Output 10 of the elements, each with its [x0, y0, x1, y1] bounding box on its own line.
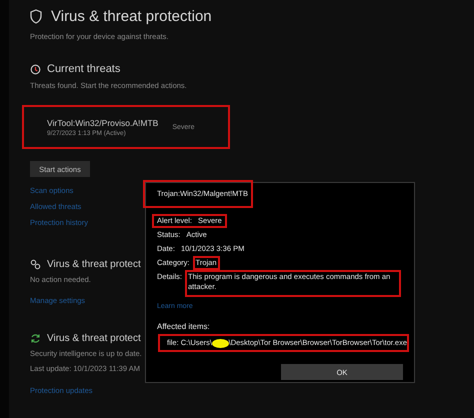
- section-heading: Virus & threat protect: [47, 259, 141, 270]
- section-heading: Current threats: [47, 63, 120, 75]
- threat-name: VirTool:Win32/Proviso.A!MTB: [47, 118, 158, 128]
- shield-icon: [30, 9, 42, 24]
- section-heading: Virus & threat protect: [47, 333, 141, 344]
- refresh-icon: [30, 333, 41, 344]
- page-title: Virus & threat protection: [51, 8, 212, 25]
- settings-icon: [30, 259, 41, 270]
- clock-warning-icon: [30, 64, 41, 74]
- affected-items-label: Affected items:: [157, 322, 211, 331]
